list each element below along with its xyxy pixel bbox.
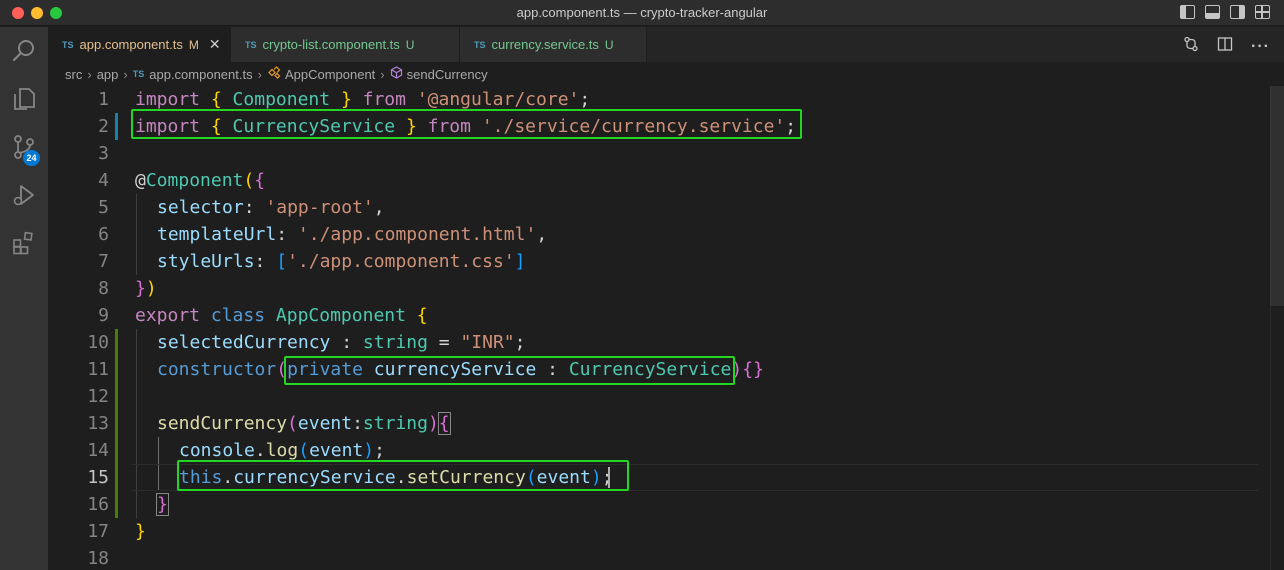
line-number: 5 [98, 197, 109, 218]
code-line: 4 @Component({ [48, 167, 1258, 194]
code-line: 12 [48, 383, 1258, 410]
code-text: } [156, 493, 169, 516]
line-number: 11 [87, 359, 109, 380]
highlight-box-set-currency-call [177, 460, 629, 491]
line-number: 15 [87, 467, 109, 488]
code-text: sendCurrency(event:string){ [157, 412, 451, 435]
tab-label: currency.service.ts [491, 37, 599, 52]
line-number: 13 [87, 413, 109, 434]
line-number: 4 [98, 170, 109, 191]
activity-bar: 24 [0, 27, 48, 570]
scrollbar-thumb[interactable] [1270, 86, 1284, 306]
code-line: 7 styleUrls: ['./app.component.css'] [48, 248, 1258, 275]
tab-label: crypto-list.component.ts [262, 37, 400, 52]
open-changes-icon[interactable] [1183, 36, 1199, 57]
tab-label: app.component.ts [79, 37, 183, 52]
typescript-file-icon: TS [132, 69, 145, 79]
highlight-box-import-service [131, 109, 802, 139]
line-number: 16 [87, 494, 109, 515]
code-line: 17 } [48, 518, 1258, 545]
line-number: 2 [98, 116, 109, 137]
method-icon [390, 66, 403, 82]
code-text: } [135, 521, 146, 542]
line-number: 10 [87, 332, 109, 353]
code-text: styleUrls: ['./app.component.css'] [157, 251, 526, 272]
code-line: 5 selector: 'app-root', [48, 194, 1258, 221]
tab-git-status: U [604, 37, 614, 52]
close-icon[interactable]: ✕ [209, 36, 221, 53]
run-debug-icon[interactable] [0, 171, 48, 219]
explorer-icon[interactable] [0, 75, 48, 123]
toggle-secondary-sidebar-icon[interactable] [1230, 5, 1245, 19]
code-text: }) [135, 278, 157, 299]
chevron-right-icon: › [123, 66, 128, 82]
line-number: 9 [98, 305, 109, 326]
breadcrumb: src › app › TS app.component.ts › AppCom… [48, 62, 1284, 86]
tab-app-component[interactable]: TS app.component.ts M ✕ [48, 27, 231, 62]
toggle-primary-sidebar-icon[interactable] [1180, 5, 1195, 19]
line-number: 3 [98, 143, 109, 164]
breadcrumb-item-app[interactable]: app [97, 67, 119, 82]
toggle-panel-icon[interactable] [1205, 5, 1220, 19]
window-title: app.component.ts — crypto-tracker-angula… [516, 5, 768, 20]
code-line: 16 } [48, 491, 1258, 518]
tab-bar: TS app.component.ts M ✕ TS crypto-list.c… [48, 27, 1284, 62]
code-text: @Component({ [135, 170, 266, 191]
tab-git-status: M [188, 37, 199, 52]
line-number: 6 [98, 224, 109, 245]
code-text: selectedCurrency : string = "INR"; [157, 332, 526, 353]
code-line: 10 selectedCurrency : string = "INR"; [48, 329, 1258, 356]
tab-crypto-list-component[interactable]: TS crypto-list.component.ts U [231, 27, 460, 62]
code-text: export class AppComponent { [135, 305, 428, 326]
code-line: 6 templateUrl: './app.component.html', [48, 221, 1258, 248]
line-number: 14 [87, 440, 109, 461]
code-text: templateUrl: './app.component.html', [157, 224, 548, 245]
tab-git-status: U [405, 37, 415, 52]
editor-actions: ··· [1183, 36, 1270, 57]
breadcrumb-item-file[interactable]: app.component.ts [149, 67, 252, 82]
code-line: 3 [48, 140, 1258, 167]
split-editor-icon[interactable] [1217, 36, 1233, 57]
extensions-icon[interactable] [0, 219, 48, 267]
code-editor[interactable]: 1 import { Component } from '@angular/co… [48, 86, 1284, 570]
line-number: 18 [87, 548, 109, 569]
breadcrumb-item-class[interactable]: AppComponent [285, 67, 375, 82]
chevron-right-icon: › [87, 66, 92, 82]
line-number: 8 [98, 278, 109, 299]
class-icon [267, 66, 281, 82]
code-line: 13 sendCurrency(event:string){ [48, 410, 1258, 437]
typescript-file-icon: TS [62, 39, 74, 50]
code-line: 8 }) [48, 275, 1258, 302]
code-line: 9 export class AppComponent { [48, 302, 1258, 329]
customize-layout-icon[interactable] [1255, 5, 1270, 19]
code-line: 18 [48, 545, 1258, 570]
source-control-icon[interactable]: 24 [0, 123, 48, 171]
layout-controls [1180, 5, 1270, 19]
tab-currency-service[interactable]: TS currency.service.ts U [460, 27, 647, 62]
chevron-right-icon: › [380, 66, 385, 82]
search-icon[interactable] [0, 27, 48, 75]
highlight-box-constructor-param [284, 356, 735, 385]
chevron-right-icon: › [257, 66, 262, 82]
more-actions-icon[interactable]: ··· [1251, 38, 1270, 56]
typescript-file-icon: TS [245, 39, 257, 50]
line-number: 1 [98, 89, 109, 110]
line-number: 7 [98, 251, 109, 272]
line-number: 17 [87, 521, 109, 542]
vertical-scrollbar[interactable] [1270, 86, 1284, 570]
title-bar: app.component.ts — crypto-tracker-angula… [0, 0, 1284, 26]
line-number: 12 [87, 386, 109, 407]
source-control-badge: 24 [23, 150, 40, 166]
code-text: selector: 'app-root', [157, 197, 385, 218]
typescript-file-icon: TS [474, 39, 486, 50]
breadcrumb-item-src[interactable]: src [65, 67, 82, 82]
breadcrumb-item-method[interactable]: sendCurrency [407, 67, 488, 82]
